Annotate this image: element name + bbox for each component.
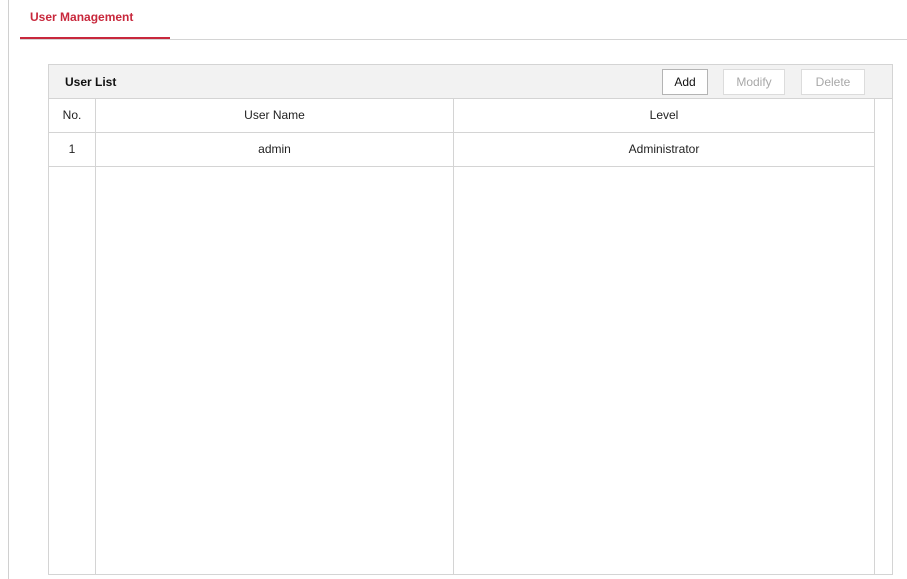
column-header-level[interactable]: Level [454,99,874,132]
user-list-header: User List Add Modify Delete [49,65,892,99]
user-list-title: User List [65,75,117,89]
table-row[interactable]: 1 admin Administrator [49,133,874,167]
row-number: 1 [68,142,76,156]
left-border [8,0,9,579]
row-user-name: admin [258,142,291,156]
tab-bar: User Management [20,0,907,40]
column-header-user-name[interactable]: User Name [96,99,453,132]
table-header-row: No. User Name Level [49,99,874,133]
column-divider [453,99,454,574]
column-divider [874,99,875,574]
tab-user-management[interactable]: User Management [20,0,170,39]
add-button[interactable]: Add [662,69,708,95]
modify-button[interactable]: Modify [723,69,785,95]
row-level: Administrator [628,142,700,156]
delete-button[interactable]: Delete [801,69,865,95]
column-divider [95,99,96,574]
user-list-panel: User List Add Modify Delete No. User Nam… [48,64,893,575]
column-header-no[interactable]: No. [49,99,95,132]
